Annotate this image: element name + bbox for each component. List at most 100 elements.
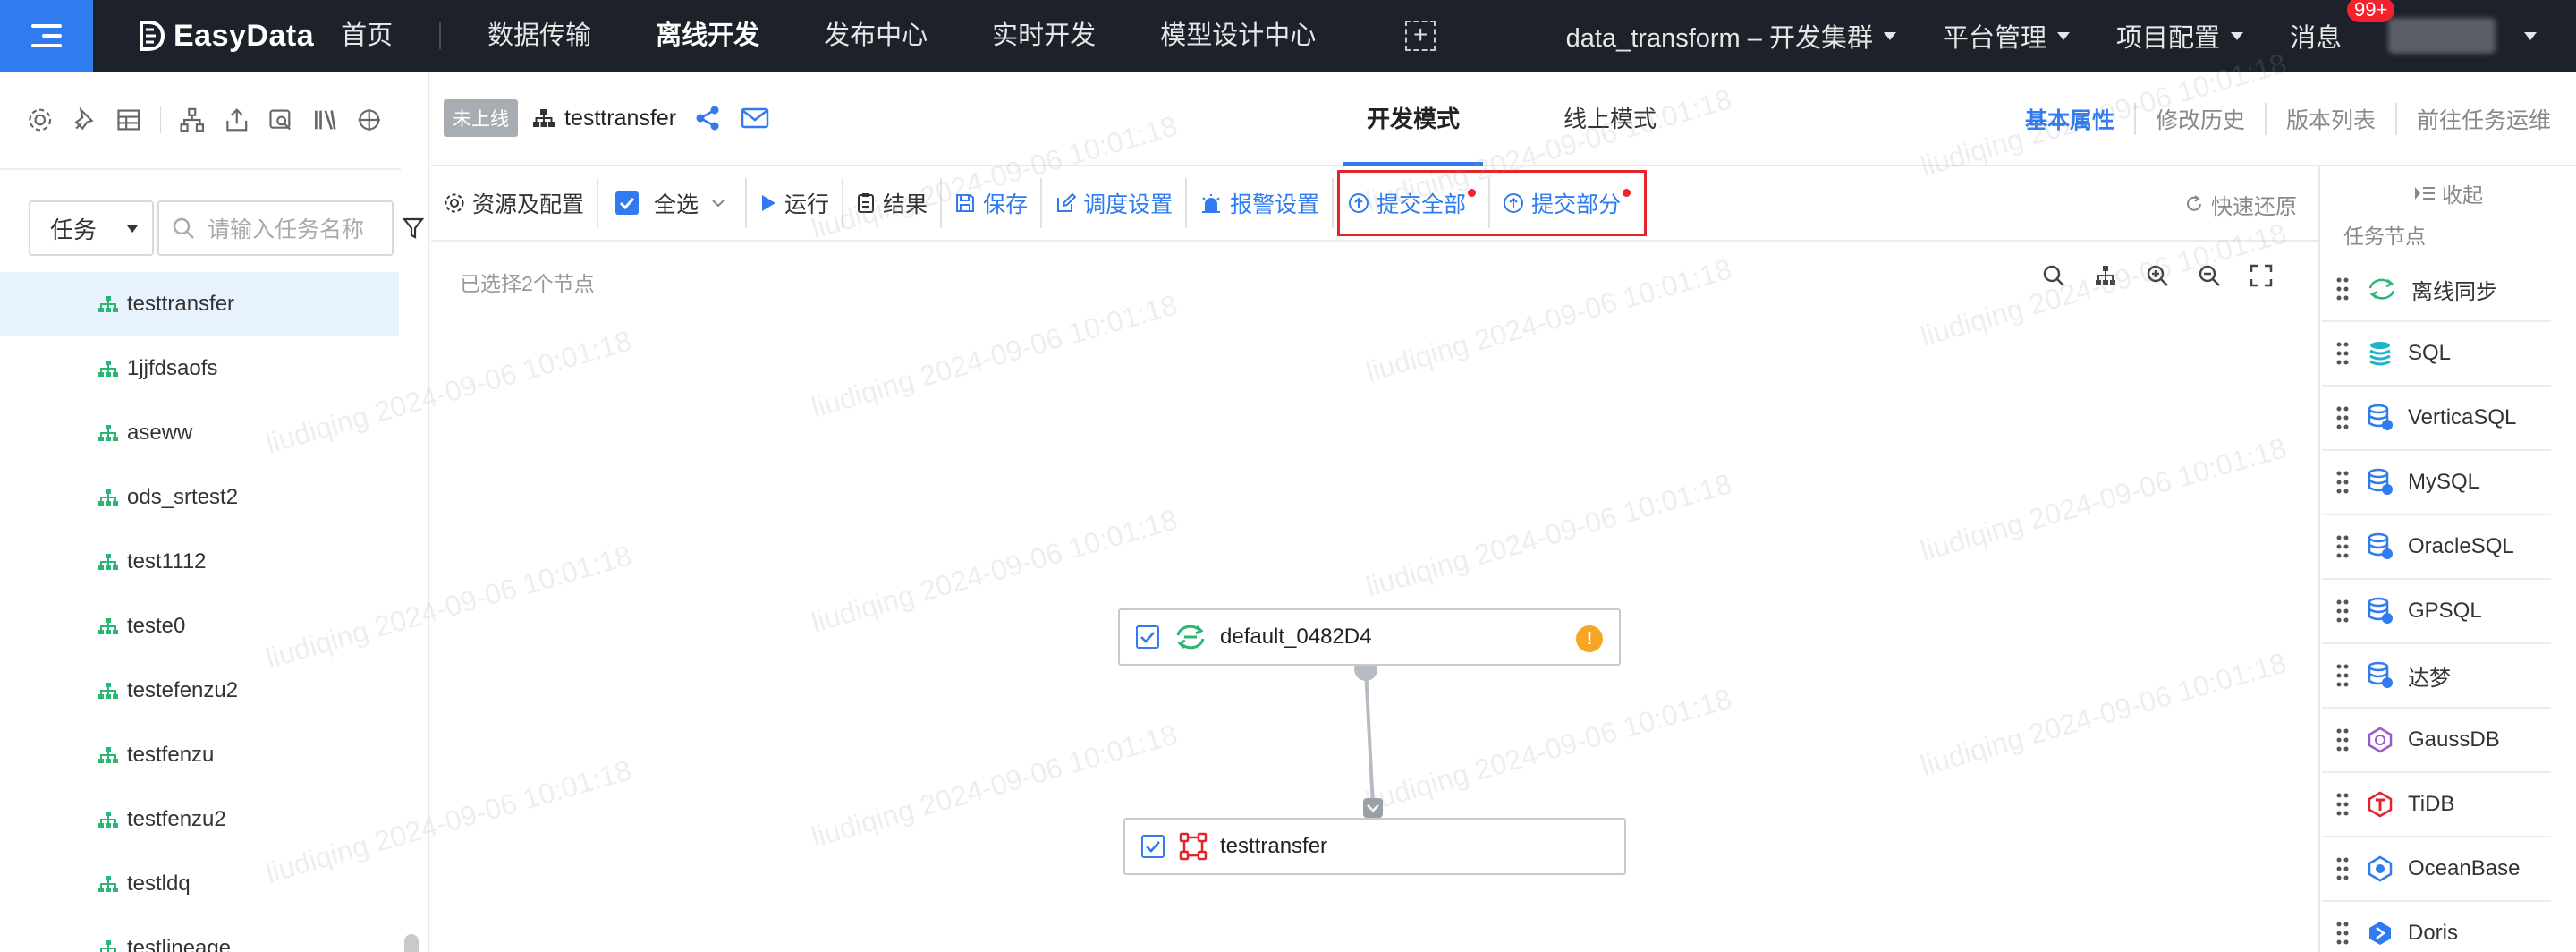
palette-item[interactable]: Doris — [2322, 902, 2551, 952]
task-search-bar: 任务 请输入任务名称 — [29, 200, 424, 256]
toolbar-divider — [159, 106, 162, 133]
palette-item-label: MySQL — [2408, 470, 2480, 494]
task-name: 1jjfdsaofs — [127, 356, 218, 380]
image-search-icon[interactable] — [267, 105, 294, 135]
task-search-input[interactable]: 请输入任务名称 — [157, 200, 394, 256]
user-menu[interactable] — [2388, 18, 2537, 54]
palette-item[interactable]: OceanBase — [2322, 837, 2551, 902]
chevron-down-icon — [127, 225, 138, 233]
drag-handle-icon[interactable] — [2336, 599, 2349, 624]
drag-handle-icon[interactable] — [2336, 921, 2349, 946]
drag-handle-icon[interactable] — [2336, 276, 2349, 302]
drag-handle-icon[interactable] — [2336, 792, 2349, 817]
task-list-item[interactable]: testtransfer — [0, 272, 399, 336]
palette-item[interactable]: 达梦 — [2322, 644, 2551, 709]
task-name: testfenzu2 — [127, 807, 226, 831]
logo[interactable]: EasyData — [136, 19, 314, 54]
crosshair-icon[interactable] — [356, 105, 383, 135]
database-icon — [2368, 661, 2393, 688]
canvas-node[interactable]: testtransfer — [1123, 818, 1626, 875]
task-name: testldq — [127, 871, 191, 896]
project-menu[interactable]: 项目配置 — [2116, 17, 2243, 55]
export-icon[interactable] — [224, 105, 250, 135]
layout-icon[interactable] — [115, 105, 142, 135]
workflow-icon — [98, 618, 118, 634]
task-list-item[interactable]: testfenzu — [0, 723, 399, 787]
task-type-select[interactable]: 任务 — [29, 200, 154, 256]
nav-publish-center[interactable]: 发布中心 — [824, 0, 928, 72]
books-icon[interactable] — [312, 105, 339, 135]
platform-label: 平台管理 — [1942, 24, 2046, 53]
sidebar-scrollbar[interactable] — [404, 934, 419, 952]
tidb-icon — [2368, 791, 2393, 818]
palette-item[interactable]: SQL — [2322, 322, 2551, 387]
palette-item-label: OceanBase — [2408, 856, 2521, 880]
drag-handle-icon[interactable] — [2336, 856, 2349, 881]
canvas-node[interactable]: default_0482D4 ! — [1118, 608, 1621, 666]
palette-item-label: SQL — [2408, 341, 2452, 365]
task-name: teste0 — [127, 614, 186, 638]
task-list-item[interactable]: testfenzu2 — [0, 787, 399, 852]
nav-home[interactable]: 首页 — [341, 0, 393, 72]
pin-icon[interactable] — [72, 105, 98, 135]
task-list-item[interactable]: aseww — [0, 401, 399, 465]
palette-item[interactable]: MySQL — [2322, 451, 2551, 515]
workflow-icon — [98, 812, 118, 828]
palette-item[interactable]: 离线同步 — [2322, 258, 2551, 322]
workflow-icon[interactable] — [179, 105, 206, 135]
palette-item-label: 离线同步 — [2411, 279, 2497, 304]
palette-item[interactable]: OracleSQL — [2322, 515, 2551, 580]
input-port[interactable] — [1363, 798, 1383, 818]
drag-handle-icon[interactable] — [2336, 405, 2349, 430]
search-placeholder: 请输入任务名称 — [208, 217, 365, 242]
database-icon — [2368, 532, 2393, 559]
palette-item[interactable]: GPSQL — [2322, 580, 2551, 644]
palette-item-label: OracleSQL — [2408, 534, 2514, 558]
palette-title: 任务节点 — [2343, 225, 2426, 248]
task-list-item[interactable]: testefenzu2 — [0, 659, 399, 723]
checkbox-checked-icon[interactable] — [1141, 835, 1165, 858]
task-list-item[interactable]: testlineage — [0, 916, 399, 952]
cluster-selector[interactable]: data_transform – 开发集群 — [1566, 17, 1896, 55]
add-shortcut-icon[interactable]: + — [1405, 21, 1436, 51]
palette-item[interactable]: GaussDB — [2322, 709, 2551, 773]
task-list-item[interactable]: ods_srtest2 — [0, 465, 399, 530]
menu-icon — [31, 24, 62, 47]
collapse-button[interactable]: 收起 — [2320, 166, 2576, 220]
filter-icon[interactable] — [402, 217, 424, 240]
easydata-logo-icon — [140, 21, 165, 51]
task-list-item[interactable]: 1jjfdsaofs — [0, 336, 399, 401]
task-list-item[interactable]: teste0 — [0, 594, 399, 659]
drag-handle-icon[interactable] — [2336, 727, 2349, 752]
warning-icon[interactable]: ! — [1576, 625, 1603, 652]
drag-handle-icon[interactable] — [2336, 534, 2349, 559]
palette-item-label: Doris — [2408, 921, 2459, 945]
palette-item[interactable]: VerticaSQL — [2322, 387, 2551, 451]
menu-toggle-button[interactable] — [0, 0, 93, 72]
workflow-icon — [98, 296, 118, 312]
platform-menu[interactable]: 平台管理 — [1943, 17, 2070, 55]
collapse-icon — [2415, 187, 2435, 200]
drag-handle-icon[interactable] — [2336, 663, 2349, 688]
messages-button[interactable]: 消息 99+ — [2289, 0, 2395, 55]
task-list-item[interactable]: testldq — [0, 852, 399, 916]
nav-offline-dev[interactable]: 离线开发 — [656, 0, 759, 72]
palette-item-label: GPSQL — [2408, 599, 2482, 623]
checkbox-checked-icon[interactable] — [1136, 625, 1159, 649]
messages-label: 消息 — [2289, 24, 2342, 53]
workspace: 未上线 testtransfer 开发模式 线上模式 基本属性 修改历史 版本列… — [431, 72, 2576, 952]
nav-realtime-dev[interactable]: 实时开发 — [992, 0, 1096, 72]
node-edge[interactable] — [1364, 668, 1375, 808]
nav-data-transfer[interactable]: 数据传输 — [487, 0, 591, 72]
drag-handle-icon[interactable] — [2336, 341, 2349, 366]
main-nav: 首页 数据传输 离线开发 发布中心 实时开发 模型设计中心 + — [314, 0, 1436, 72]
gear-icon[interactable] — [27, 105, 54, 135]
workflow-icon — [98, 747, 118, 763]
task-type-value: 任务 — [50, 216, 97, 243]
task-list-item[interactable]: test1112 — [0, 530, 399, 594]
sync-icon — [1176, 625, 1205, 650]
palette-item[interactable]: TiDB — [2322, 773, 2551, 837]
task-name: ods_srtest2 — [127, 485, 239, 509]
drag-handle-icon[interactable] — [2336, 470, 2349, 495]
nav-model-design[interactable]: 模型设计中心 — [1160, 0, 1316, 72]
